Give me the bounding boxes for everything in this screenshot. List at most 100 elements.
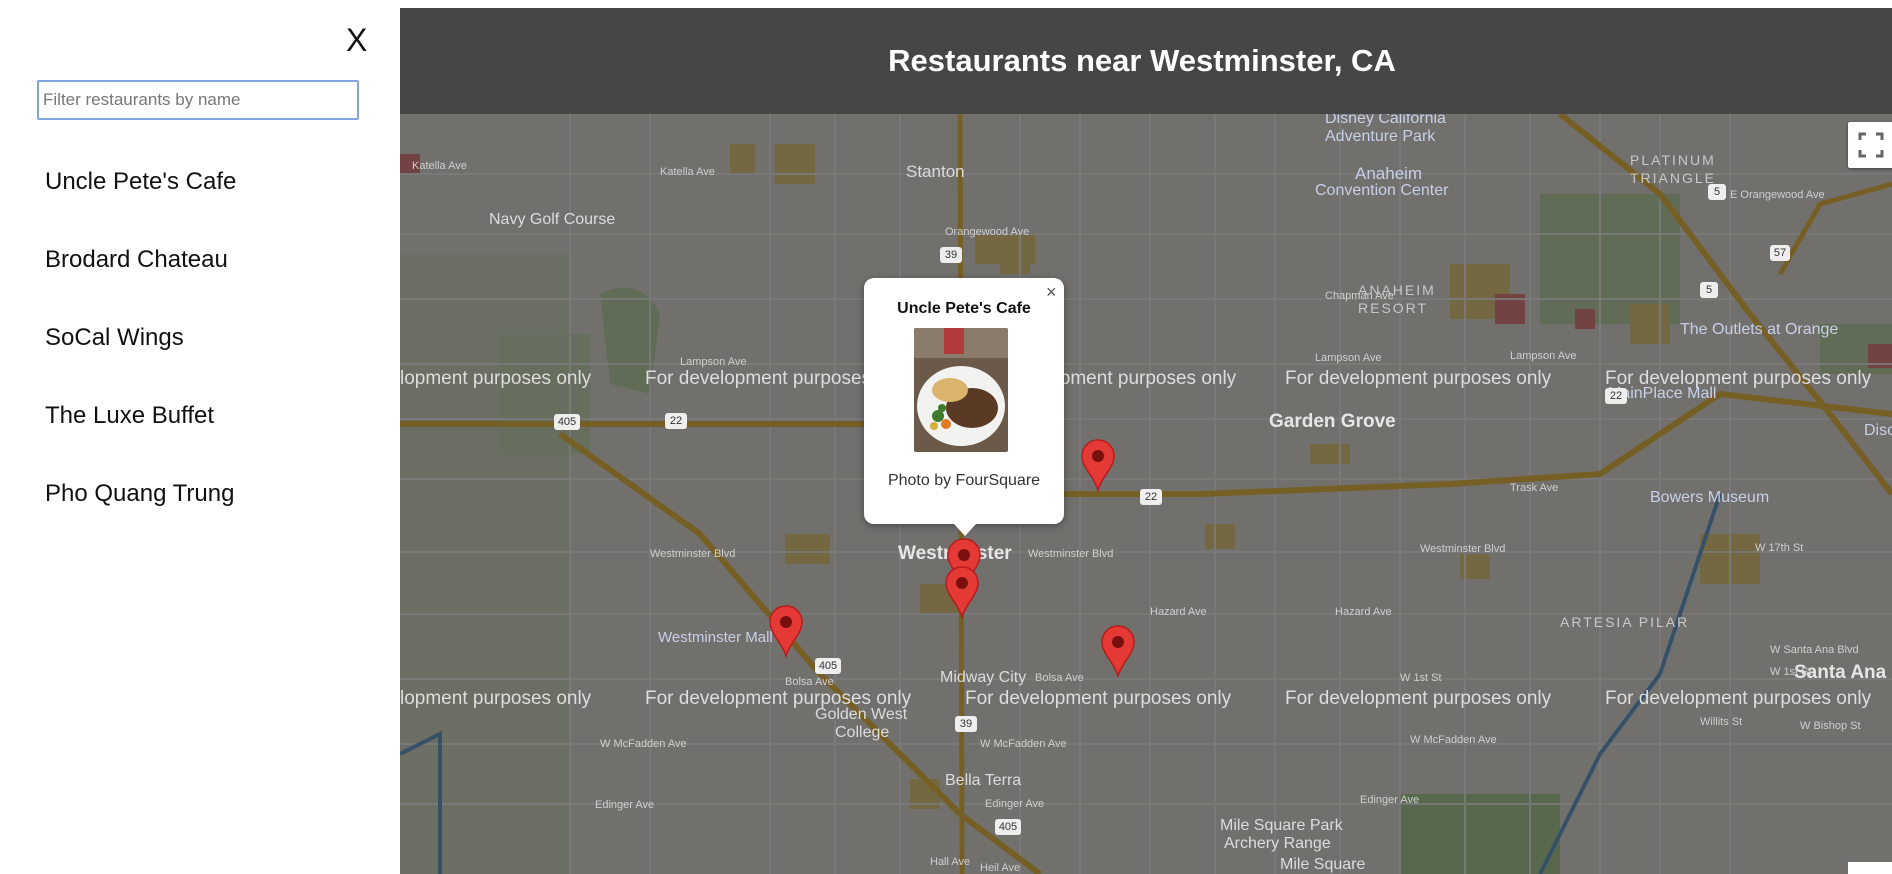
map-label: Bella Terra xyxy=(945,772,1022,789)
street-label: W Santa Ana Blvd xyxy=(1770,644,1859,656)
map-header: Restaurants near Westminster, CA xyxy=(400,8,1892,114)
street-label: Hazard Ave xyxy=(1150,606,1207,618)
map-label: Westminster Mall xyxy=(658,629,773,646)
map-label: RESORT xyxy=(1358,300,1429,316)
street-label: W McFadden Ave xyxy=(980,738,1067,750)
close-sidebar-button[interactable]: X xyxy=(346,22,367,58)
street-label: W 1st St xyxy=(1770,666,1812,678)
dev-watermark: For development purposes only xyxy=(1605,368,1872,389)
street-label: Westminster Blvd xyxy=(650,548,736,560)
restaurant-item[interactable]: SoCal Wings xyxy=(45,316,236,394)
fullscreen-icon xyxy=(1858,132,1884,158)
restaurant-photo xyxy=(914,328,1008,452)
street-label: Katella Ave xyxy=(412,160,467,172)
restaurant-item[interactable]: Brodard Chateau xyxy=(45,238,236,316)
street-label: Orangewood Ave xyxy=(945,226,1030,238)
street-label: Lampson Ave xyxy=(680,356,747,368)
map-label: Anaheim xyxy=(1355,164,1423,183)
google-map[interactable]: Disney California Adventure Park Anaheim… xyxy=(400,114,1892,874)
map-label: Mile Square xyxy=(1280,856,1366,873)
street-label: Lampson Ave xyxy=(1510,350,1577,362)
street-label: Hall Ave xyxy=(930,856,971,868)
map-marker[interactable] xyxy=(944,565,980,620)
food-photo-image xyxy=(914,328,1008,452)
street-label: W 17th St xyxy=(1755,542,1804,554)
map-label: Midway City xyxy=(940,669,1027,686)
map-label: College xyxy=(835,724,890,741)
map-label: PLATINUM xyxy=(1630,152,1716,168)
map-control[interactable] xyxy=(1848,862,1892,874)
street-label: W McFadden Ave xyxy=(1410,734,1497,746)
map-marker[interactable] xyxy=(1100,624,1136,679)
street-label: Trask Ave xyxy=(1510,482,1559,494)
map-marker-icon xyxy=(769,605,803,659)
map-label: Navy Golf Course xyxy=(489,211,616,228)
route-shield: 405 xyxy=(815,658,841,674)
restaurant-item[interactable]: Uncle Pete's Cafe xyxy=(45,160,236,238)
street-label: Hazard Ave xyxy=(1335,606,1392,618)
restaurant-item[interactable]: Pho Quang Trung xyxy=(45,472,236,550)
route-shield: 22 xyxy=(1140,489,1162,505)
map-label: Garden Grove xyxy=(1269,411,1396,432)
street-label: Bolsa Ave xyxy=(1035,672,1084,684)
info-window-title: Uncle Pete's Cafe xyxy=(897,300,1031,317)
route-shield: 39 xyxy=(955,716,977,732)
dev-watermark: For development purposes only xyxy=(1605,688,1872,709)
map-label: ARTESIA PILAR xyxy=(1560,614,1690,630)
info-window: × Uncle Pete's Cafe Photo by FourSquare xyxy=(864,278,1064,536)
page-title: Restaurants near Westminster, CA xyxy=(888,43,1396,78)
street-label: W McFadden Ave xyxy=(600,738,687,750)
map-label: Adventure Park xyxy=(1325,128,1436,145)
map-label: Archery Range xyxy=(1224,835,1331,852)
street-label: W 1st St xyxy=(1400,672,1442,684)
street-label: Westminster Blvd xyxy=(1420,543,1506,555)
route-shield: 405 xyxy=(554,414,580,430)
map-panel: Restaurants near Westminster, CA Disney … xyxy=(400,0,1892,874)
dev-watermark: For development purposes only xyxy=(1285,688,1552,709)
street-label: E Orangewood Ave xyxy=(1730,189,1825,201)
map-marker-icon xyxy=(1081,439,1115,493)
map-label: Mile Square Park xyxy=(1220,817,1343,834)
sidebar: X Uncle Pete's Cafe Brodard Chateau SoCa… xyxy=(0,0,400,874)
map-marker[interactable] xyxy=(1080,438,1116,493)
map-label: TRIANGLE xyxy=(1630,170,1717,186)
map-label: The Outlets at Orange xyxy=(1680,321,1839,338)
street-label: Bolsa Ave xyxy=(785,676,834,688)
street-label: Edinger Ave xyxy=(595,799,655,811)
restaurant-item[interactable]: The Luxe Buffet xyxy=(45,394,236,472)
map-marker-icon xyxy=(945,566,979,620)
dev-watermark: For development purposes only xyxy=(645,688,912,709)
map-label: Disc xyxy=(1864,422,1892,439)
street-label: Lampson Ave xyxy=(1315,352,1382,364)
filter-input[interactable] xyxy=(37,80,359,120)
route-shield: 405 xyxy=(995,819,1021,835)
route-shield: 22 xyxy=(665,413,687,429)
street-label: Edinger Ave xyxy=(1360,794,1420,806)
route-shield: 22 xyxy=(1605,388,1627,404)
dev-watermark: For development purposes only xyxy=(965,688,1232,709)
route-shield: 5 xyxy=(1700,282,1718,298)
street-label: Heil Ave xyxy=(980,862,1021,874)
restaurant-list: Uncle Pete's Cafe Brodard Chateau SoCal … xyxy=(45,160,236,550)
photo-credit: Photo by FourSquare xyxy=(887,472,1041,489)
map-label: Stanton xyxy=(906,162,965,181)
dev-watermark: lopment purposes only xyxy=(400,368,592,389)
route-shield: 39 xyxy=(940,247,962,263)
route-shield: 57 xyxy=(1770,245,1790,261)
route-shield: 5 xyxy=(1708,184,1726,200)
street-label: Chapman Ave xyxy=(1325,290,1394,302)
street-label: W Bishop St xyxy=(1800,720,1861,732)
map-label: Disney California xyxy=(1325,114,1446,127)
street-label: Willits St xyxy=(1700,716,1743,728)
map-marker-icon xyxy=(1101,625,1135,679)
map-marker[interactable] xyxy=(768,604,804,659)
fullscreen-button[interactable] xyxy=(1848,122,1892,168)
dev-watermark: lopment purposes only xyxy=(400,688,592,709)
street-label: Katella Ave xyxy=(660,166,715,178)
map-label: Convention Center xyxy=(1315,182,1449,199)
street-label: Westminster Blvd xyxy=(1028,548,1114,560)
street-label: Edinger Ave xyxy=(985,798,1045,810)
map-label: Bowers Museum xyxy=(1650,489,1770,506)
dev-watermark: For development purposes only xyxy=(1285,368,1552,389)
close-icon[interactable]: × xyxy=(1046,283,1057,301)
